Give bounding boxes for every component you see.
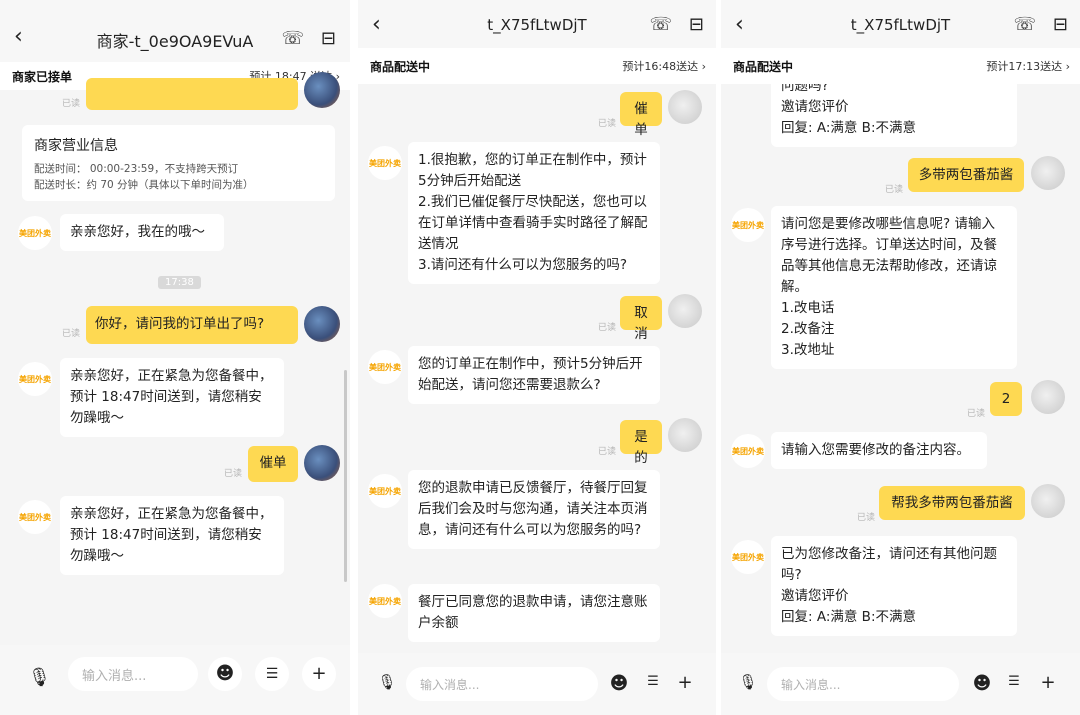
nav-bar: ‹ 商家-t_0e9OA9EVuA ☏ ⊟ (0, 0, 350, 62)
info-card-line: 配送时间： 00:00-23:59，不支持跨天预订 (34, 163, 239, 175)
message-input[interactable]: 输入消息... (68, 657, 198, 691)
microphone-icon[interactable]: 🎙 (376, 673, 398, 691)
read-receipt: 已读 (62, 329, 81, 339)
chat-area[interactable]: 已读 催单 美团外卖 1.很抱歉，您的订单正在制作中，预计5分钟后开始配送 2.… (358, 84, 716, 653)
user-avatar[interactable] (668, 418, 702, 452)
phone-icon[interactable]: ☏ (649, 14, 672, 35)
message-bubble: 餐厅已同意您的退款申请，请您注意账户余额 (408, 584, 660, 642)
phone-icon[interactable]: ☏ (1013, 14, 1036, 35)
plus-icon[interactable]: + (674, 672, 696, 693)
message-bubble: 2 (990, 382, 1022, 416)
read-receipt: 已读 (598, 447, 617, 457)
list-icon[interactable]: ☰ (1003, 674, 1025, 689)
chat-screen-2: ‹ t_X75fLtwDjT ☏ ⊟ 商品配送中 预计16:48送达 › 已读 … (358, 0, 716, 715)
info-card-line: 配送时长：约 70 分钟（具体以下单时间为准） (34, 179, 254, 191)
message-bubble: 请问您是要修改哪些信息呢? 请输入序号进行选择。订单送达时间，及餐品等其他信息无… (771, 206, 1017, 369)
info-card-title: 商家营业信息 (34, 138, 118, 154)
message-bubble: 请输入您需要修改的备注内容。 (771, 432, 987, 469)
merchant-avatar[interactable]: 美团外卖 (18, 362, 52, 396)
order-status: 商家已接单 (12, 69, 73, 84)
read-receipt: 已读 (62, 99, 81, 109)
plus-icon[interactable]: + (1037, 672, 1059, 693)
user-avatar[interactable] (668, 294, 702, 328)
message-bubble-partial (86, 78, 298, 110)
read-receipt: 已读 (598, 323, 617, 333)
chat-area[interactable]: 问题吗? 邀请您评价 回复: A:满意 B:不满意 已读 多带两包番茄酱 美团外… (721, 84, 1080, 653)
user-avatar[interactable] (668, 90, 702, 124)
emoji-icon[interactable]: ☻ (971, 673, 993, 694)
input-bar: 🎙 输入消息... ☻ ☰ + (0, 645, 350, 715)
list-icon[interactable]: ☰ (255, 657, 289, 691)
read-receipt: 已读 (224, 469, 243, 479)
chat-screen-3: ‹ t_X75fLtwDjT ☏ ⊟ 商品配送中 预计17:13送达 › 问题吗… (721, 0, 1080, 715)
merchant-avatar[interactable]: 美团外卖 (731, 208, 765, 242)
store-icon[interactable]: ⊟ (689, 14, 704, 35)
message-bubble: 您的订单正在制作中，预计5分钟后开始配送，请问您还需要退款么? (408, 346, 660, 404)
microphone-icon[interactable]: 🎙 (737, 673, 759, 691)
message-bubble: 亲亲您好，正在紧急为您备餐中，预计 18:47时间送到，请您稍安勿躁哦～ (60, 358, 284, 437)
message-bubble: 亲亲您好，正在紧急为您备餐中，预计 18:47时间送到，请您稍安勿躁哦～ (60, 496, 284, 575)
order-status: 商品配送中 (370, 59, 431, 74)
chat-screen-1: ‹ 商家-t_0e9OA9EVuA ☏ ⊟ 商家已接单 预计 18:47 送达 … (0, 0, 350, 715)
emoji-icon[interactable]: ☻ (208, 657, 242, 691)
time-divider: 17:38 (158, 276, 201, 289)
user-avatar[interactable] (1031, 484, 1065, 518)
scrollbar[interactable] (344, 370, 347, 582)
plus-icon[interactable]: + (302, 657, 336, 691)
message-bubble: 亲亲您好，我在的哦～ (60, 214, 224, 251)
input-bar: 🎙 输入消息... ☻ ☰ + (358, 653, 716, 715)
eta-link[interactable]: 预计16:48送达 › (622, 58, 706, 74)
list-icon[interactable]: ☰ (642, 674, 664, 689)
message-bubble: 多带两包番茄酱 (908, 158, 1024, 192)
merchant-avatar[interactable]: 美团外卖 (368, 474, 402, 508)
eta-link[interactable]: 预计17:13送达 › (986, 58, 1070, 74)
merchant-avatar[interactable]: 美团外卖 (731, 434, 765, 468)
screenshot-collage: ‹ 商家-t_0e9OA9EVuA ☏ ⊟ 商家已接单 预计 18:47 送达 … (0, 0, 1080, 715)
order-status: 商品配送中 (733, 59, 794, 74)
message-bubble-partial: 问题吗? 邀请您评价 回复: A:满意 B:不满意 (771, 84, 1017, 147)
merchant-avatar[interactable]: 美团外卖 (731, 540, 765, 574)
read-receipt: 已读 (967, 409, 986, 419)
user-avatar[interactable] (1031, 156, 1065, 190)
nav-bar: ‹ t_X75fLtwDjT ☏ ⊟ (358, 0, 716, 48)
merchant-avatar[interactable]: 美团外卖 (368, 584, 402, 618)
chat-area[interactable]: 已读 商家营业信息 配送时间： 00:00-23:59，不支持跨天预订 配送时长… (0, 72, 350, 645)
message-bubble: 是的 (620, 420, 662, 466)
message-bubble: 已为您修改备注，请问还有其他问题吗? 邀请您评价 回复: A:满意 B:不满意 (771, 536, 1017, 636)
message-bubble: 催单 (248, 446, 298, 482)
merchant-avatar[interactable]: 美团外卖 (368, 350, 402, 384)
phone-icon[interactable]: ☏ (281, 28, 304, 49)
store-icon[interactable]: ⊟ (1053, 14, 1068, 35)
input-bar: 🎙 输入消息... ☻ ☰ + (721, 653, 1080, 715)
merchant-avatar[interactable]: 美团外卖 (18, 500, 52, 534)
merchant-avatar[interactable]: 美团外卖 (18, 216, 52, 250)
nav-bar: ‹ t_X75fLtwDjT ☏ ⊟ (721, 0, 1080, 48)
message-bubble: 1.很抱歉，您的订单正在制作中，预计5分钟后开始配送 2.我们已催促餐厅尽快配送… (408, 142, 660, 284)
message-bubble: 催单 (620, 92, 662, 138)
user-avatar[interactable] (1031, 380, 1065, 414)
message-input[interactable]: 输入消息... (767, 667, 959, 701)
message-bubble: 你好，请问我的订单出了吗? (86, 306, 298, 344)
order-status-bar[interactable]: 商品配送中 预计17:13送达 › (721, 48, 1080, 84)
message-bubble: 您的退款申请已反馈餐厅，待餐厅回复后我们会及时与您沟通，请关注本页消息，请问还有… (408, 470, 660, 549)
message-bubble: 取消 (620, 296, 662, 342)
read-receipt: 已读 (857, 513, 876, 523)
merchant-avatar[interactable]: 美团外卖 (368, 146, 402, 180)
merchant-info-card: 商家营业信息 配送时间： 00:00-23:59，不支持跨天预订 配送时长：约 … (22, 125, 335, 201)
microphone-icon[interactable]: 🎙 (28, 667, 51, 688)
message-bubble: 帮我多带两包番茄酱 (879, 486, 1025, 520)
message-input[interactable]: 输入消息... (406, 667, 598, 701)
user-avatar[interactable] (304, 72, 340, 108)
store-icon[interactable]: ⊟ (321, 28, 336, 49)
user-avatar[interactable] (304, 445, 340, 481)
emoji-icon[interactable]: ☻ (608, 673, 630, 694)
order-status-bar[interactable]: 商品配送中 预计16:48送达 › (358, 48, 716, 84)
read-receipt: 已读 (885, 185, 904, 195)
user-avatar[interactable] (304, 306, 340, 342)
read-receipt: 已读 (598, 119, 617, 129)
